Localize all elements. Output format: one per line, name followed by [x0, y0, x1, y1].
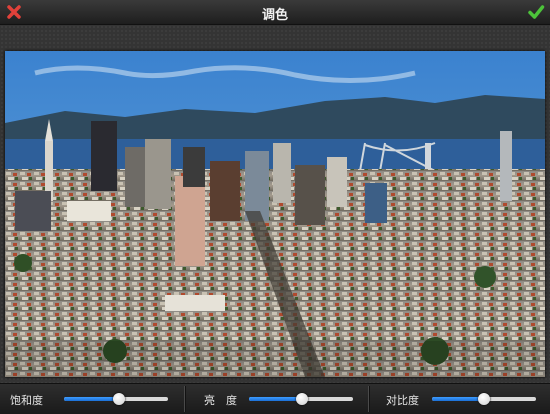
saturation-slider[interactable] [64, 393, 168, 405]
brightness-control: 亮 度 [186, 384, 368, 414]
city-skyline-photo [5, 51, 545, 377]
contrast-slider[interactable] [432, 393, 536, 405]
saturation-label: 饱和度 [10, 394, 43, 407]
saturation-slider-fill [64, 397, 120, 401]
top-toolbar: 调色 [0, 0, 550, 25]
contrast-slider-knob[interactable] [478, 393, 490, 405]
brightness-label: 亮 度 [204, 394, 237, 407]
saturation-control: 饱和度 [0, 384, 184, 414]
check-icon [528, 5, 545, 19]
image-stage [0, 25, 550, 383]
contrast-control: 对比度 [370, 384, 550, 414]
contrast-label: 对比度 [386, 394, 419, 407]
saturation-slider-knob[interactable] [113, 393, 126, 405]
confirm-button[interactable] [526, 2, 546, 22]
adjustment-bar: 饱和度 亮 度 对比度 [0, 383, 550, 414]
brightness-slider-fill [249, 397, 303, 401]
brightness-slider-knob[interactable] [296, 393, 309, 405]
contrast-slider-fill [432, 397, 484, 401]
brightness-slider[interactable] [249, 393, 353, 405]
page-title: 调色 [261, 8, 288, 23]
